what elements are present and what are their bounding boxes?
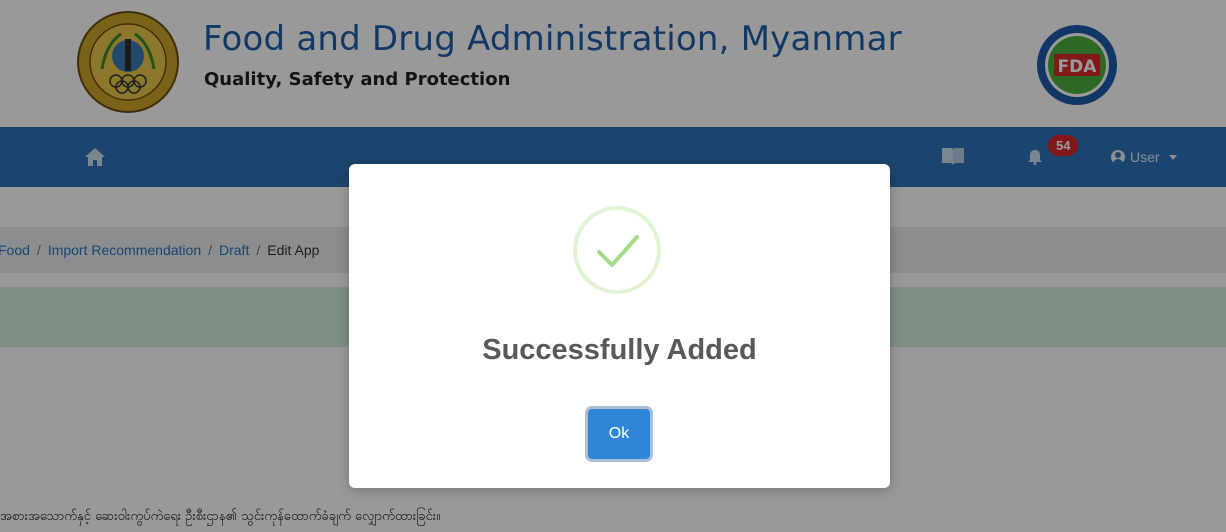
success-check-icon	[573, 206, 661, 294]
success-modal: Successfully Added Ok	[349, 164, 890, 488]
modal-title: Successfully Added	[482, 334, 757, 366]
ok-button[interactable]: Ok	[588, 409, 650, 459]
page: Food and Drug Administration, Myanmar Qu…	[0, 0, 1226, 532]
